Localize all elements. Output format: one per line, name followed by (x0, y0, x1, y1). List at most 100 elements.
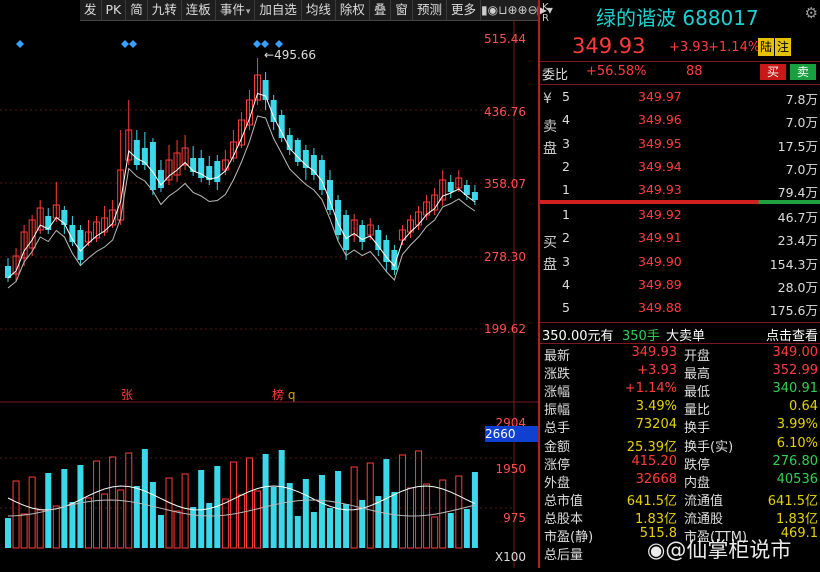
price-change-pct: +1.14% (708, 40, 761, 55)
volume-bar (141, 449, 148, 548)
bids-row[interactable]: 5 349.88 175.6万 (540, 297, 820, 320)
candle-body (214, 161, 221, 182)
volume-bar (85, 497, 92, 549)
stat-v: 349.93 (631, 345, 678, 360)
asks-row[interactable]: 5 349.97 7.8万 (540, 86, 820, 109)
volume-bar (294, 516, 301, 548)
stat-row: 涨幅 +1.14% 最低 340.91 (540, 381, 820, 401)
toolbar-item-11[interactable]: 预测 (413, 0, 447, 20)
volume-bar (270, 487, 277, 548)
flag-icon[interactable]: ▮ (481, 0, 488, 20)
toolbar-item-label: 九转 (151, 2, 177, 17)
bids-row[interactable]: 2 349.91 23.4万 (540, 227, 820, 250)
bang-marker[interactable]: 榜 q (272, 386, 295, 403)
stat-row: 总股本 1.83亿 流通股 1.83亿 (540, 508, 820, 527)
toolbar-item-10[interactable]: 窗 (391, 0, 413, 20)
stat-v2: 276.80 (772, 453, 819, 469)
toolbar-item-label: 加自选 (259, 2, 297, 17)
crosshair-icon[interactable]: ⊕ (507, 0, 517, 20)
zhu-tag[interactable]: 注 (775, 38, 792, 56)
toolbar-item-4[interactable]: 连板 (182, 0, 216, 20)
price-tick-5: 199.62 (484, 322, 526, 336)
kline-svg[interactable] (0, 20, 538, 568)
toolbar-item-2[interactable]: 简 (126, 0, 148, 20)
toolbar-item-5[interactable]: 事件▾ (216, 0, 256, 20)
toolbar-item-1[interactable]: PK (102, 0, 127, 20)
volume-bar (133, 486, 140, 548)
toolbar-item-8[interactable]: 除权 (336, 0, 370, 20)
stat-v2: 340.91 (772, 381, 819, 397)
volume-bar (93, 460, 101, 549)
sell-button[interactable]: 卖 (790, 64, 816, 80)
volume-bar (20, 513, 28, 549)
zhang-marker[interactable]: 张 (121, 386, 133, 403)
stat-l2: 开盘 (684, 349, 711, 364)
toolbar-item-6[interactable]: 加自选 (255, 0, 302, 20)
asks-vol: 7.8万 (785, 92, 818, 107)
candle-body (310, 155, 317, 175)
high-price-value: 495.66 (274, 48, 317, 62)
stat-l2: 最高 (684, 367, 711, 383)
volume-bar (165, 477, 173, 549)
big-order-link[interactable]: 点击查看 (766, 325, 818, 344)
volume-bar (117, 489, 125, 549)
minus-icon[interactable]: ⊖ (528, 0, 538, 20)
candle-body (447, 182, 454, 192)
stat-l2: 最低 (684, 385, 711, 401)
stat-l: 涨停 (544, 457, 571, 473)
bids-price: 349.90 (638, 253, 682, 269)
bids-row[interactable]: 4 349.89 28.0万 (540, 274, 820, 297)
asks-row[interactable]: 2 349.94 7.0万 (540, 156, 820, 179)
plus-icon[interactable]: ⊕ (518, 0, 528, 20)
chevron-down-icon: ▾ (245, 7, 251, 17)
asks-row[interactable]: 4 349.96 7.0万 (540, 109, 820, 132)
stat-v: +3.93 (637, 363, 677, 379)
stat-l: 总后量 (544, 548, 584, 564)
buy-button[interactable]: 买 (760, 64, 786, 80)
bids-row[interactable]: 1 349.92 46.7万 (540, 204, 820, 227)
eye-icon[interactable]: ◉ (488, 0, 498, 20)
stat-v2: 3.99% (776, 417, 818, 433)
volume-bar (157, 515, 164, 548)
bids-lvl: 4 (562, 276, 570, 292)
candle-body (190, 158, 197, 172)
event-diamond (16, 40, 24, 48)
toolbar-item-3[interactable]: 九转 (148, 0, 182, 20)
stat-v: 641.5亿 (626, 493, 677, 509)
gear-icon[interactable]: ⚙ (805, 4, 818, 22)
bang-marker-text: 榜 (272, 388, 285, 402)
toolbar-item-12[interactable]: 更多 (447, 0, 481, 20)
asks-price: 349.94 (638, 158, 682, 174)
asks-price: 349.96 (638, 112, 682, 128)
lu-tag[interactable]: 陆 (758, 38, 775, 56)
stat-v: 73204 (635, 417, 677, 433)
volume-bar (254, 490, 262, 549)
stat-v2: 0.64 (789, 399, 818, 415)
stat-v2: 349.00 (772, 345, 819, 360)
volume-bar (391, 492, 398, 548)
candle-body (375, 230, 382, 250)
stat-v: 3.49% (635, 399, 677, 415)
bids-row[interactable]: 3 349.90 154.3万 (540, 251, 820, 274)
toolbar-item-9[interactable]: 叠 (370, 0, 392, 20)
toolbar-item-7[interactable]: 均线 (302, 0, 336, 20)
stat-v: 25.39亿 (626, 439, 677, 455)
big-order-row: 350.00元有 350手 大卖单 点击查看 (540, 322, 820, 344)
weibi-label: 委比 (542, 68, 569, 83)
asks-row[interactable]: 1 349.93 79.4万 (540, 179, 820, 202)
stat-l: 振幅 (544, 403, 571, 419)
stat-l: 总市值 (544, 493, 584, 509)
volume-bar (77, 465, 84, 548)
toolbar-item-label: 叠 (373, 2, 387, 17)
stat-l: 外盘 (544, 475, 571, 491)
price-tick-2: 436.76 (484, 105, 526, 119)
toolbar-item-0[interactable]: 发 (80, 0, 102, 20)
bids-price: 349.88 (638, 300, 682, 316)
volume-bar (206, 503, 213, 548)
volume-bar (310, 512, 317, 548)
kline-chart[interactable]: 515.44 436.76 358.07 278.30 199.62 ←495.… (0, 20, 538, 568)
quote-panel: KR 绿的谐波 688017 ⚙ 349.93 +3.93 +1.14% 陆 注… (538, 0, 820, 568)
basket-icon[interactable]: ⊔ (498, 0, 507, 20)
stat-l2: 量比 (684, 403, 711, 419)
asks-row[interactable]: 3 349.95 17.5万 (540, 133, 820, 156)
